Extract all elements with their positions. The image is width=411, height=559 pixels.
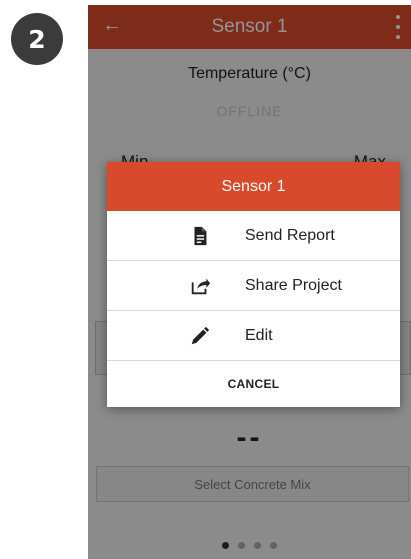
step-badge: 2: [11, 13, 63, 65]
action-dialog: Sensor 1 Send Report Share Project Edit …: [107, 162, 400, 407]
cancel-button[interactable]: CANCEL: [107, 361, 400, 406]
send-report-label: Send Report: [245, 226, 335, 244]
pencil-icon: [191, 326, 210, 345]
edit-label: Edit: [245, 326, 273, 344]
phone-screen: ← Sensor 1 Temperature (°C) OFFLINE Min …: [88, 5, 411, 559]
send-report-item[interactable]: Send Report: [107, 211, 400, 261]
share-icon: [191, 278, 211, 295]
share-project-item[interactable]: Share Project: [107, 261, 400, 311]
dialog-title: Sensor 1: [107, 162, 400, 211]
edit-item[interactable]: Edit: [107, 311, 400, 361]
document-icon: [194, 226, 207, 246]
share-project-label: Share Project: [245, 276, 342, 294]
